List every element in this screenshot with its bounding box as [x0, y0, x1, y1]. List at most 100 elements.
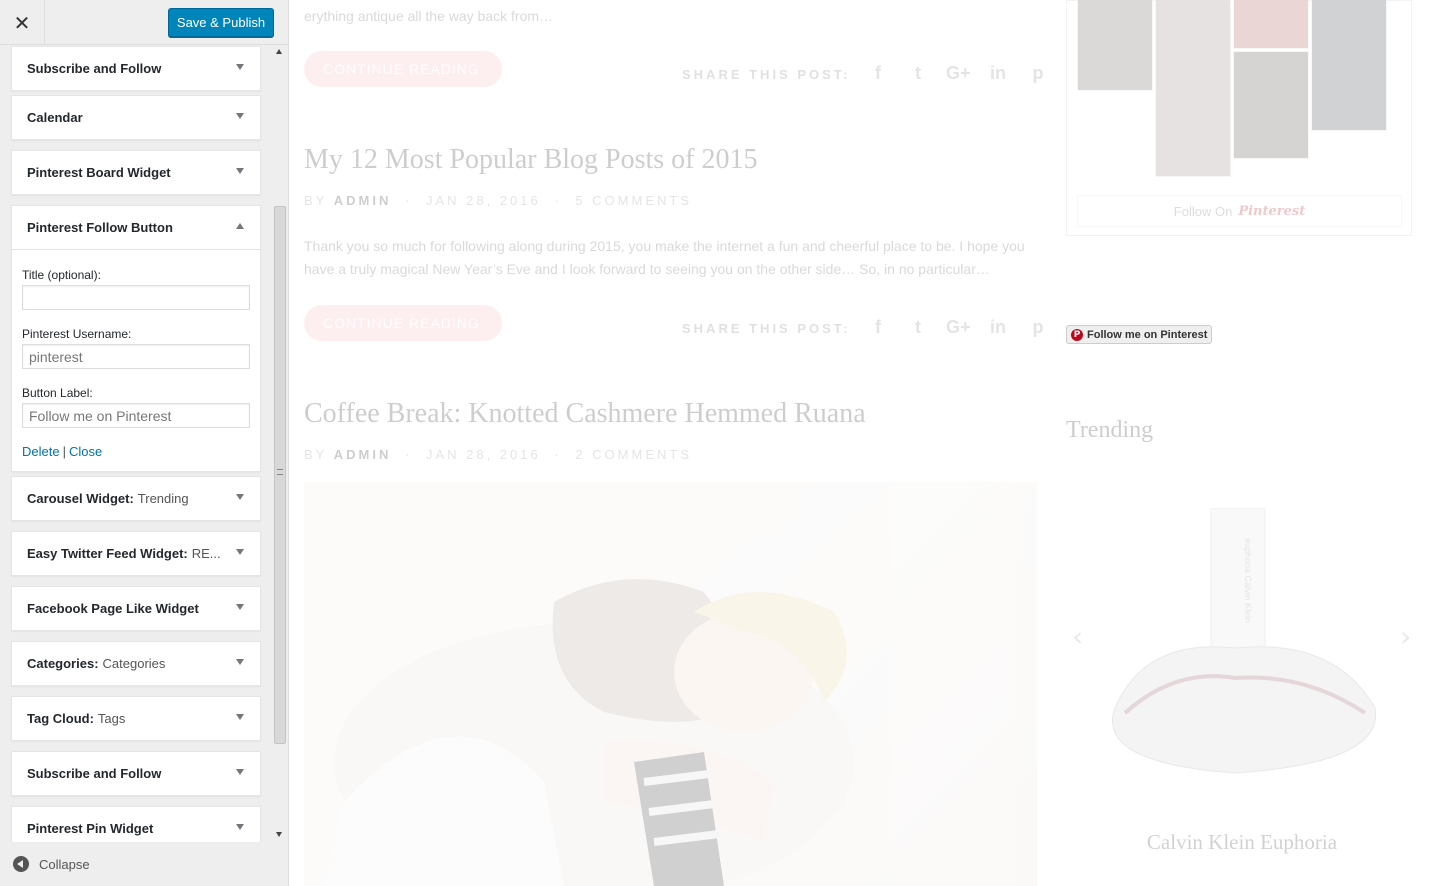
facebook-icon[interactable]: f	[866, 317, 890, 338]
pinterest-icon[interactable]: p	[1026, 317, 1050, 338]
share-icons: f t G+ in p	[866, 317, 1050, 338]
share-label: SHARE THIS POST:	[682, 67, 851, 82]
follow-me-on-pinterest-button[interactable]: P Follow me on Pinterest	[1066, 325, 1212, 344]
product-name[interactable]: Calvin Klein Euphoria	[1066, 830, 1418, 855]
chevron-down-icon[interactable]	[236, 64, 244, 70]
meta-comments[interactable]: 5 COMMENTS	[575, 193, 692, 208]
meta-comments[interactable]: 2 COMMENTS	[575, 447, 692, 462]
widget-header[interactable]: Carousel Widget: Trending	[12, 477, 260, 520]
title-field[interactable]	[22, 285, 250, 310]
chevron-down-icon[interactable]	[236, 494, 244, 500]
meta-author[interactable]: ADMIN	[334, 193, 392, 208]
chevron-right-icon[interactable]: ›	[1400, 620, 1411, 653]
widget-pinterest-board[interactable]: Pinterest Board Widget	[11, 150, 261, 195]
pinterest-follow-link[interactable]: Follow On Pinterest	[1077, 195, 1402, 227]
collapse-button[interactable]: Collapse	[0, 842, 288, 886]
share-icons: f t G+ in p	[866, 63, 1050, 84]
scrollbar[interactable]	[272, 46, 288, 842]
post-featured-image[interactable]	[304, 482, 1037, 886]
pin-thumbnail[interactable]	[1233, 51, 1309, 159]
widget-title: Categories:	[27, 656, 99, 671]
widget-subscribe-follow-2[interactable]: Subscribe and Follow	[11, 751, 261, 796]
chevron-down-icon[interactable]	[236, 659, 244, 665]
widget-twitter-feed[interactable]: Easy Twitter Feed Widget: RE...	[11, 531, 261, 576]
chevron-down-icon[interactable]	[236, 113, 244, 119]
post-title[interactable]: My 12 Most Popular Blog Posts of 2015	[304, 144, 758, 176]
twitter-icon[interactable]: t	[906, 317, 930, 338]
widget-header[interactable]: Categories: Categories	[12, 642, 260, 685]
chevron-down-icon[interactable]	[236, 714, 244, 720]
chevron-left-icon[interactable]: ‹	[1072, 620, 1083, 653]
widget-header[interactable]: Subscribe and Follow	[12, 47, 260, 90]
perfume-bottle-image[interactable]: euphoria Calvin Klein	[1085, 508, 1395, 788]
widget-header[interactable]: Tag Cloud: Tags	[12, 697, 260, 740]
widget-header[interactable]: Calendar	[12, 96, 260, 139]
widget-carousel[interactable]: Carousel Widget: Trending	[11, 476, 261, 521]
chevron-down-icon[interactable]	[236, 168, 244, 174]
chevron-down-icon[interactable]	[236, 769, 244, 775]
widget-categories[interactable]: Categories: Categories	[11, 641, 261, 686]
scroll-up-arrow-icon[interactable]	[276, 49, 282, 54]
post-meta: BY ADMIN · JAN 28, 2016 · 2 COMMENTS	[304, 447, 692, 462]
collapse-label: Collapse	[39, 856, 90, 872]
post-title[interactable]: Coffee Break: Knotted Cashmere Hemmed Ru…	[304, 398, 866, 430]
meta-separator: ·	[404, 193, 413, 208]
widget-header[interactable]: Subscribe and Follow	[12, 752, 260, 795]
widget-title: Pinterest Pin Widget	[27, 821, 154, 836]
linkedin-icon[interactable]: in	[986, 317, 1010, 338]
twitter-icon[interactable]: t	[906, 63, 930, 84]
facebook-icon[interactable]: f	[866, 63, 890, 84]
pinterest-icon: P	[1071, 328, 1083, 341]
close-link[interactable]: Close	[69, 444, 102, 459]
widget-facebook-like[interactable]: Facebook Page Like Widget	[11, 586, 261, 631]
widget-header[interactable]: Pinterest Board Widget	[12, 151, 260, 194]
widget-pinterest-follow-button[interactable]: Pinterest Follow Button Title (optional)…	[11, 205, 261, 472]
widget-header[interactable]: Facebook Page Like Widget	[12, 587, 260, 630]
widget-form: Title (optional): Pinterest Username: Bu…	[12, 249, 260, 471]
widget-pinterest-pin[interactable]: Pinterest Pin Widget	[11, 806, 261, 842]
pinterest-icon[interactable]: p	[1026, 63, 1050, 84]
button-label-field[interactable]	[22, 403, 250, 428]
delete-link[interactable]: Delete	[22, 444, 60, 459]
pin-thumbnail[interactable]	[1311, 0, 1387, 131]
username-field[interactable]	[22, 344, 250, 369]
continue-reading-button[interactable]: CONTINUE READING	[304, 51, 502, 87]
widget-header[interactable]: Pinterest Pin Widget	[12, 807, 260, 842]
widget-title: Pinterest Board Widget	[27, 165, 171, 180]
widget-actions: Delete | Close	[22, 444, 250, 459]
widget-title: Subscribe and Follow	[27, 766, 162, 781]
chevron-down-icon[interactable]	[236, 824, 244, 830]
google-plus-icon[interactable]: G+	[946, 317, 971, 338]
widget-list: Subscribe and Follow Calendar Pinterest …	[0, 46, 272, 842]
customizer-sidebar: ✕ Save & Publish Subscribe and Follow Ca…	[0, 0, 289, 886]
widget-header[interactable]: Easy Twitter Feed Widget: RE...	[12, 532, 260, 575]
close-icon[interactable]: ✕	[0, 0, 45, 45]
scrollbar-thumb[interactable]	[274, 206, 286, 744]
button-label-label: Button Label:	[22, 386, 93, 400]
widget-header[interactable]: Pinterest Follow Button	[12, 206, 260, 249]
title-label: Title (optional):	[22, 268, 101, 282]
chevron-down-icon[interactable]	[236, 604, 244, 610]
widget-calendar[interactable]: Calendar	[11, 95, 261, 140]
meta-by: BY	[304, 447, 328, 462]
save-publish-button[interactable]: Save & Publish	[168, 8, 274, 37]
pin-thumbnail[interactable]	[1077, 0, 1153, 91]
meta-author[interactable]: ADMIN	[334, 447, 392, 462]
post-excerpt: erything antique all the way back from…	[304, 8, 554, 24]
scroll-down-arrow-icon[interactable]	[276, 832, 282, 837]
linkedin-icon[interactable]: in	[986, 63, 1010, 84]
widget-title: Carousel Widget:	[27, 491, 134, 506]
continue-reading-button[interactable]: CONTINUE READING	[304, 305, 502, 341]
chevron-up-icon[interactable]	[236, 223, 244, 229]
widget-subscribe-follow[interactable]: Subscribe and Follow	[11, 46, 261, 91]
widget-subtitle: RE...	[191, 546, 221, 561]
excerpt-line: Thank you so much for following along du…	[304, 238, 1025, 254]
chevron-down-icon[interactable]	[236, 549, 244, 555]
separator: |	[62, 444, 66, 459]
widget-tag-cloud[interactable]: Tag Cloud: Tags	[11, 696, 261, 741]
meta-separator: ·	[404, 447, 413, 462]
pin-thumbnail[interactable]	[1155, 0, 1231, 177]
pin-thumbnail[interactable]	[1233, 0, 1309, 49]
google-plus-icon[interactable]: G+	[946, 63, 971, 84]
excerpt-line: have a truly magical New Year’s Eve and …	[304, 261, 990, 277]
